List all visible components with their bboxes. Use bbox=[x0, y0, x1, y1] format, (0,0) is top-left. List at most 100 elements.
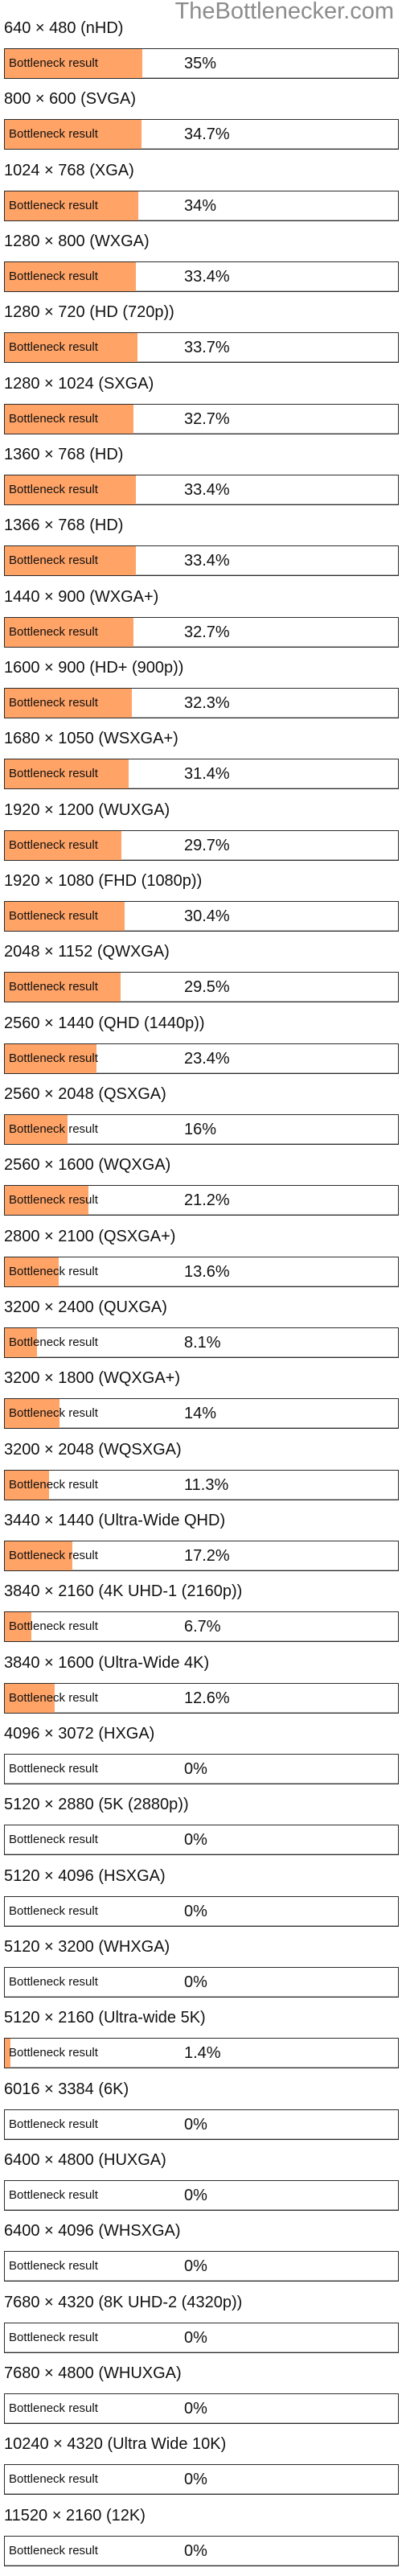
bottleneck-bar: Bottleneck result 0% bbox=[4, 2179, 399, 2211]
bar-label: Bottleneck result bbox=[9, 624, 98, 639]
bar-value: 0% bbox=[184, 2328, 207, 2347]
bar-label: Bottleneck result bbox=[9, 2401, 98, 2415]
bar-value: 11.3% bbox=[184, 1475, 229, 1494]
resolution-label: 1920 × 1200 (WUXGA) bbox=[4, 800, 170, 819]
resolution-label: 3200 × 2048 (WQSXGA) bbox=[4, 1440, 182, 1459]
bottleneck-bar: Bottleneck result 0% bbox=[4, 2535, 399, 2566]
bottleneck-bar: Bottleneck result 0% bbox=[4, 2251, 399, 2282]
bar-value: 0% bbox=[184, 1902, 207, 1920]
bar-value: 0% bbox=[184, 2186, 207, 2204]
resolution-label: 6400 × 4800 (HUXGA) bbox=[4, 2150, 166, 2169]
bottleneck-bar: Bottleneck result 32.7% bbox=[4, 403, 399, 434]
bar-label: Bottleneck result bbox=[9, 1974, 98, 1989]
result-row: 6400 × 4800 (HUXGA) Bottleneck result 0% bbox=[0, 2150, 402, 2220]
bar-value: 34.7% bbox=[184, 126, 230, 144]
bar-label: Bottleneck result bbox=[9, 1335, 98, 1349]
bottleneck-bar: Bottleneck result 21.2% bbox=[4, 1185, 399, 1216]
result-row: 11520 × 2160 (12K) Bottleneck result 0% bbox=[0, 2505, 402, 2576]
result-row: 2560 × 1440 (QHD (1440p)) Bottleneck resu… bbox=[0, 1013, 402, 1084]
bottleneck-bar: Bottleneck result 35% bbox=[4, 48, 399, 79]
bottleneck-bar: Bottleneck result 0% bbox=[4, 1895, 399, 1927]
bar-value: 17.2% bbox=[184, 1546, 230, 1565]
bar-label: Bottleneck result bbox=[9, 2187, 98, 2202]
bar-label: Bottleneck result bbox=[9, 1690, 98, 1705]
bottleneck-bar: Bottleneck result 1.4% bbox=[4, 2038, 399, 2069]
bar-label: Bottleneck result bbox=[9, 2259, 98, 2274]
bar-label: Bottleneck result bbox=[9, 340, 98, 355]
bottleneck-bar: Bottleneck result 34.7% bbox=[4, 119, 399, 150]
bottleneck-bar: Bottleneck result 29.5% bbox=[4, 972, 399, 1003]
resolution-label: 4096 × 3072 (HXGA) bbox=[4, 1724, 155, 1743]
result-row: 5120 × 3200 (WHXGA) Bottleneck result 0% bbox=[0, 1936, 402, 2007]
resolution-label: 800 × 600 (SVGA) bbox=[4, 90, 136, 109]
bar-value: 1.4% bbox=[184, 2044, 221, 2063]
result-row: 2560 × 2048 (QSXGA) Bottleneck result 16% bbox=[0, 1084, 402, 1154]
resolution-label: 11520 × 2160 (12K) bbox=[4, 2506, 146, 2525]
bar-label: Bottleneck result bbox=[9, 269, 98, 283]
resolution-label: 3840 × 2160 (4K UHD-1 (2160p)) bbox=[4, 1582, 243, 1601]
bottleneck-bar: Bottleneck result 33.4% bbox=[4, 261, 399, 292]
bar-label: Bottleneck result bbox=[9, 411, 98, 426]
bar-value: 32.7% bbox=[184, 623, 230, 641]
bar-value: 33.4% bbox=[184, 552, 230, 570]
bottleneck-bar: Bottleneck result 14% bbox=[4, 1398, 399, 1430]
result-row: 5120 × 4096 (HSXGA) Bottleneck result 0% bbox=[0, 1866, 402, 1936]
bar-label: Bottleneck result bbox=[9, 1121, 98, 1136]
bar-label: Bottleneck result bbox=[9, 1903, 98, 1918]
result-row: 5120 × 2880 (5K (2880p)) Bottleneck resul… bbox=[0, 1794, 402, 1865]
result-row: 7680 × 4800 (WHUXGA) Bottleneck result 0% bbox=[0, 2363, 402, 2434]
bar-value: 13.6% bbox=[184, 1262, 230, 1281]
result-row: 1280 × 720 (HD (720p)) Bottleneck result 3… bbox=[0, 302, 402, 372]
bottleneck-bar: Bottleneck result 33.4% bbox=[4, 545, 399, 577]
bottleneck-bar: Bottleneck result 34% bbox=[4, 190, 399, 221]
bottleneck-bar: Bottleneck result 32.3% bbox=[4, 687, 399, 718]
result-row: 1280 × 800 (WXGA) Bottleneck result 33.4% bbox=[0, 231, 402, 302]
resolution-label: 640 × 480 (nHD) bbox=[4, 19, 124, 37]
bar-value: 21.2% bbox=[184, 1191, 230, 1210]
bar-value: 0% bbox=[184, 1759, 207, 1778]
resolution-label: 5120 × 3200 (WHXGA) bbox=[4, 1937, 170, 1956]
result-row: 1360 × 768 (HD) Bottleneck result 33.4% bbox=[0, 444, 402, 515]
result-row: 3840 × 1600 (Ultra-Wide 4K) Bottleneck re… bbox=[0, 1652, 402, 1723]
resolution-label: 2560 × 1600 (WQXGA) bbox=[4, 1156, 171, 1175]
resolution-label: 1366 × 768 (HD) bbox=[4, 516, 124, 535]
result-row: 1920 × 1080 (FHD (1080p)) Bottleneck resu… bbox=[0, 870, 402, 941]
bottleneck-bar: Bottleneck result 16% bbox=[4, 1113, 399, 1145]
bottleneck-bar: Bottleneck result 11.3% bbox=[4, 1469, 399, 1500]
bottleneck-bar: Bottleneck result 17.2% bbox=[4, 1540, 399, 1571]
bar-label: Bottleneck result bbox=[9, 837, 98, 852]
resolution-label: 2560 × 1440 (QHD (1440p)) bbox=[4, 1014, 205, 1032]
resolution-label: 1440 × 900 (WXGA+) bbox=[4, 587, 159, 606]
bar-label: Bottleneck result bbox=[9, 1406, 98, 1421]
bottleneck-bar: Bottleneck result 0% bbox=[4, 1753, 399, 1784]
bar-label: Bottleneck result bbox=[9, 2472, 98, 2487]
resolution-label: 3200 × 2400 (QUXGA) bbox=[4, 1298, 167, 1316]
bottleneck-bar: Bottleneck result 31.4% bbox=[4, 759, 399, 790]
bottleneck-bar: Bottleneck result 8.1% bbox=[4, 1327, 399, 1358]
bottleneck-bar: Bottleneck result 0% bbox=[4, 1825, 399, 1856]
result-row: 2048 × 1152 (QWXGA) Bottleneck result 29.5… bbox=[0, 941, 402, 1012]
result-row: 3440 × 1440 (Ultra-Wide QHD) Bottleneck r… bbox=[0, 1510, 402, 1581]
resolution-label: 1680 × 1050 (WSXGA+) bbox=[4, 730, 178, 748]
bar-value: 8.1% bbox=[184, 1333, 221, 1352]
bottleneck-bar: Bottleneck result 30.4% bbox=[4, 900, 399, 932]
result-row: 1600 × 900 (HD+ (900p)) Bottleneck result… bbox=[0, 657, 402, 728]
bar-value: 14% bbox=[184, 1405, 217, 1423]
bar-label: Bottleneck result bbox=[9, 767, 98, 781]
result-row: 2800 × 2100 (QSXGA+) Bottleneck result 13.… bbox=[0, 1226, 402, 1297]
resolution-label: 3440 × 1440 (Ultra-Wide QHD) bbox=[4, 1511, 226, 1529]
bottleneck-bar: Bottleneck result 0% bbox=[4, 2464, 399, 2496]
bar-value: 35% bbox=[184, 55, 217, 72]
bar-label: Bottleneck result bbox=[9, 553, 98, 568]
result-row: 1680 × 1050 (WSXGA+) Bottleneck result 31.… bbox=[0, 728, 402, 799]
bar-label: Bottleneck result bbox=[9, 1193, 98, 1208]
result-row: 3200 × 2048 (WQSXGA) Bottleneck result 11.… bbox=[0, 1439, 402, 1510]
bar-label: Bottleneck result bbox=[9, 2046, 98, 2060]
bottleneck-bar: Bottleneck result 0% bbox=[4, 2393, 399, 2424]
bottleneck-bar: Bottleneck result 33.4% bbox=[4, 474, 399, 505]
resolution-label: 6400 × 4096 (WHSXGA) bbox=[4, 2222, 181, 2241]
result-row: 640 × 480 (nHD) Bottleneck result 35% bbox=[0, 18, 402, 88]
bar-label: Bottleneck result bbox=[9, 1833, 98, 1847]
bar-value: 0% bbox=[184, 2541, 207, 2560]
result-row: 6016 × 3384 (6K) Bottleneck result 0% bbox=[0, 2079, 402, 2150]
